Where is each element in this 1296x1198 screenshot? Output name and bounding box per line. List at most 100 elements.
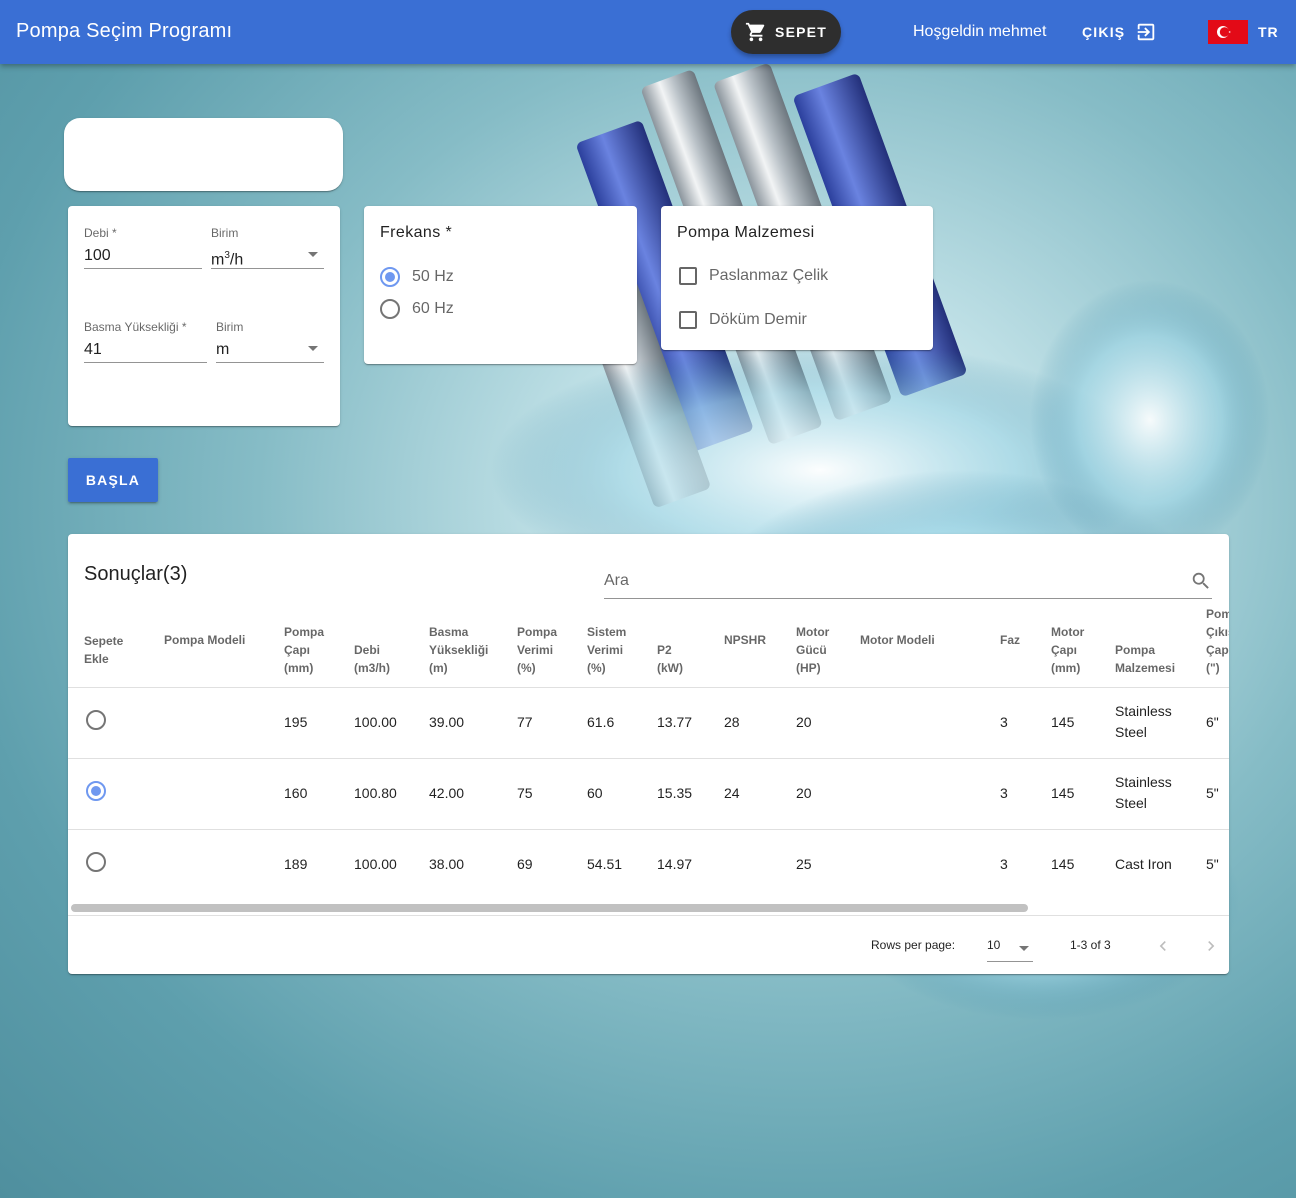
head-unit-label: Birim — [216, 320, 244, 334]
column-header[interactable]: Motor Çapı (mm) — [1051, 623, 1084, 677]
table-cell: 5" — [1206, 856, 1219, 872]
shopping-cart-icon — [745, 22, 765, 42]
column-header-line: (HP) — [796, 661, 821, 675]
table-cell: 75 — [517, 785, 533, 801]
column-header-line: (%) — [517, 661, 536, 675]
head-input[interactable]: 41 — [84, 338, 207, 363]
add-to-cart-radio[interactable] — [86, 710, 106, 730]
table-cell: 6" — [1206, 714, 1219, 730]
flow-field[interactable]: Debi * 100 — [84, 226, 202, 269]
app-title: Pompa Seçim Programı — [16, 20, 233, 42]
row-divider — [68, 758, 1229, 759]
flow-unit-tail: /h — [229, 251, 244, 269]
column-header[interactable]: Pompa Modeli — [164, 631, 245, 649]
checkbox[interactable] — [679, 311, 697, 329]
column-header-line: (%) — [587, 661, 606, 675]
start-button[interactable]: BAŞLA — [68, 458, 158, 502]
material-option-stainless[interactable]: Paslanmaz Çelik — [679, 267, 828, 285]
rows-per-page-value: 10 — [987, 938, 1001, 952]
add-to-cart-radio[interactable] — [86, 781, 106, 801]
column-header[interactable]: Motor Modeli — [860, 631, 935, 649]
column-header-line: (kW) — [657, 661, 683, 675]
table-cell: 25 — [796, 856, 812, 872]
table-cell: 20 — [796, 714, 812, 730]
column-header-line: Ekle — [84, 652, 109, 666]
rows-per-page-label: Rows per page: — [871, 938, 956, 952]
material-card: Pompa Malzemesi Paslanmaz Çelik Döküm De… — [661, 206, 933, 350]
table-cell: 3 — [1000, 856, 1008, 872]
table-cell: 3 — [1000, 785, 1008, 801]
cart-label: SEPET — [775, 24, 827, 40]
search-input[interactable]: Ara — [604, 564, 1212, 599]
head-unit-select[interactable]: Birim m — [216, 320, 324, 363]
cart-button[interactable]: SEPET — [731, 10, 841, 54]
radio-button[interactable] — [380, 299, 400, 319]
column-header-line: Verimi — [517, 643, 554, 657]
flow-unit-select[interactable]: Birim m3/h — [211, 226, 324, 269]
table-cell: Stainless Steel — [1115, 703, 1172, 740]
table-cell: 100.00 — [354, 714, 397, 730]
column-header-line: Malzemesi — [1115, 661, 1176, 675]
column-header-line: Pompa — [517, 625, 558, 639]
table-cell: Stainless Steel — [1115, 774, 1172, 811]
chevron-right-icon[interactable] — [1201, 936, 1221, 956]
table-cell: 145 — [1051, 856, 1075, 872]
column-header[interactable]: Pompa Verimi (%) — [517, 623, 557, 677]
language-code: TR — [1258, 24, 1279, 40]
column-header-line: (m3/h) — [354, 661, 390, 675]
horizontal-scrollbar[interactable] — [71, 904, 1028, 912]
search-icon[interactable] — [1190, 570, 1212, 592]
column-header-line: Motor — [796, 625, 830, 639]
column-header[interactable]: Debi (m3/h) — [354, 641, 390, 677]
column-header[interactable]: Basma Yüksekliği (m) — [429, 623, 488, 677]
column-header[interactable]: Pompa Çıkış Çapı (") — [1206, 605, 1229, 677]
language-selector[interactable]: TR — [1208, 20, 1279, 44]
table-cell: 160 — [284, 785, 308, 801]
column-header[interactable]: Pompa Çapı (mm) — [284, 623, 324, 677]
radio-button[interactable] — [380, 267, 400, 287]
table-cell: 15.35 — [657, 785, 693, 801]
logout-button[interactable]: ÇIKIŞ — [1082, 21, 1157, 43]
column-header-line: Pompa — [284, 625, 325, 639]
add-to-cart-radio[interactable] — [86, 852, 106, 872]
head-field[interactable]: Basma Yüksekliği * 41 — [84, 320, 207, 363]
column-header[interactable]: Motor Gücü (HP) — [796, 623, 829, 677]
material-option-label: Döküm Demir — [709, 311, 807, 328]
app-bar: Pompa Seçim Programı SEPET Hoşgeldin meh… — [0, 0, 1296, 64]
table-cell: 100.00 — [354, 856, 397, 872]
table-cell: 28 — [724, 714, 740, 730]
column-header[interactable]: NPSHR — [724, 631, 766, 649]
checkbox[interactable] — [679, 267, 697, 285]
column-header-line: Sepete — [84, 634, 124, 648]
chevron-left-icon[interactable] — [1153, 936, 1173, 956]
column-header[interactable]: Faz — [1000, 631, 1020, 649]
table-cell: 13.77 — [657, 714, 693, 730]
results-title: Sonuçlar(3) — [84, 563, 188, 585]
column-header-line: Debi — [354, 643, 381, 657]
frequency-option-label: 60 Hz — [412, 300, 454, 317]
flow-input[interactable]: 100 — [84, 244, 202, 269]
column-header[interactable]: Sistem Verimi (%) — [587, 623, 626, 677]
frequency-option-50hz[interactable]: 50 Hz — [380, 267, 454, 287]
table-cell: 69 — [517, 856, 533, 872]
chevron-down-icon — [1019, 946, 1029, 951]
page-range: 1-3 of 3 — [1070, 938, 1111, 952]
column-header-line: (m) — [429, 661, 448, 675]
table-cell: 42.00 — [429, 785, 465, 801]
search-placeholder: Ara — [604, 572, 629, 589]
rows-per-page-select[interactable]: 10 — [987, 938, 1033, 962]
table-cell: 38.00 — [429, 856, 465, 872]
flow-label: Debi * — [84, 226, 117, 240]
chevron-down-icon — [308, 252, 318, 257]
material-title: Pompa Malzemesi — [677, 224, 815, 241]
flow-unit-base: m — [211, 251, 225, 269]
column-header[interactable]: Pompa Malzemesi — [1115, 641, 1175, 677]
frequency-option-60hz[interactable]: 60 Hz — [380, 299, 454, 319]
column-header[interactable]: P2 (kW) — [657, 641, 683, 677]
column-header[interactable]: Sepete Ekle — [84, 632, 123, 668]
material-option-cast-iron[interactable]: Döküm Demir — [679, 311, 807, 329]
column-header-line: Yüksekliği — [429, 643, 489, 657]
head-label: Basma Yüksekliği * — [84, 320, 187, 334]
table-cell: 14.97 — [657, 856, 693, 872]
turkish-flag-icon — [1208, 20, 1248, 44]
